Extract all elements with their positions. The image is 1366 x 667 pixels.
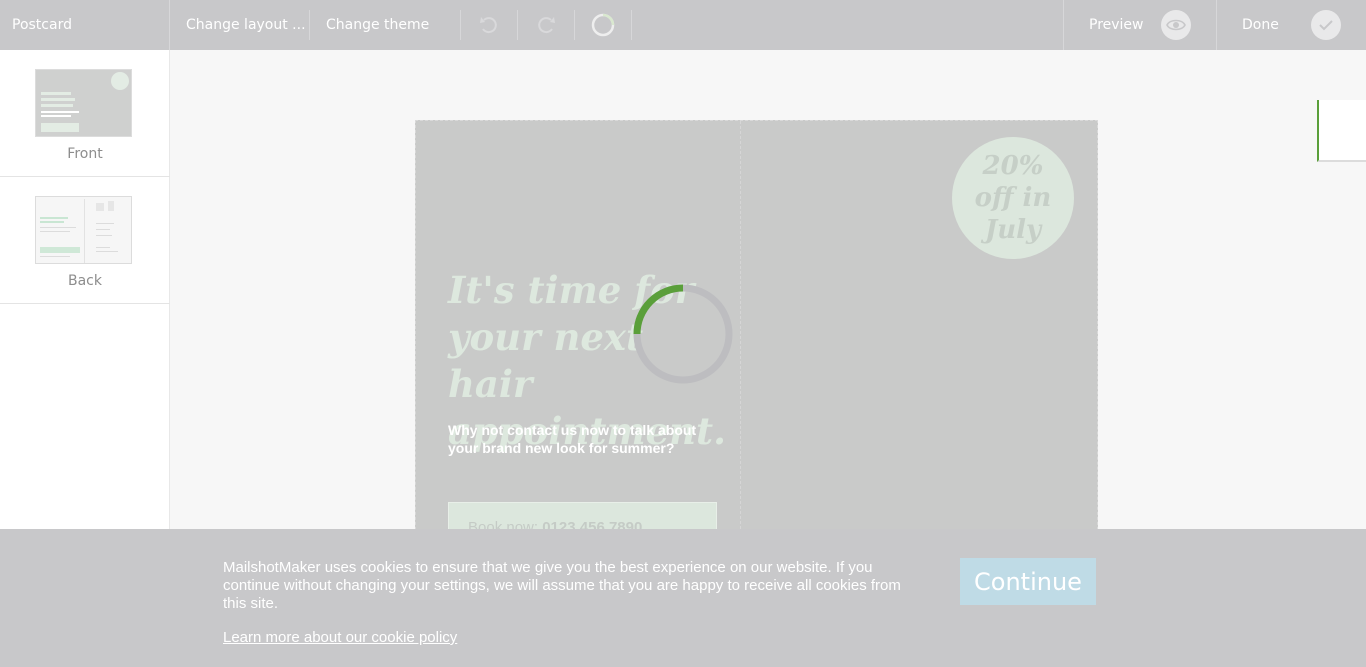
page-label-front: Front — [67, 146, 103, 162]
check-icon[interactable] — [1311, 10, 1341, 40]
top-toolbar: Postcard Change layout ... Change theme … — [0, 0, 1366, 50]
badge-line: 20% — [982, 151, 1044, 181]
postcard-subtext[interactable]: Why not contact us now to talk about you… — [448, 421, 718, 457]
cookie-policy-link[interactable]: Learn more about our cookie policy — [223, 629, 457, 646]
page-thumbnail-front[interactable]: Front — [0, 50, 170, 177]
change-layout-button[interactable]: Change layout ... — [186, 0, 306, 50]
redo-icon[interactable] — [533, 12, 559, 38]
postcard-front[interactable]: 20% off in July It's time for your next … — [415, 120, 1098, 554]
page-label-back: Back — [68, 273, 102, 289]
back-preview-image — [35, 196, 132, 264]
continue-button[interactable]: Continue — [960, 558, 1096, 605]
toolbar-divider — [631, 10, 632, 40]
toolbar-divider — [309, 10, 310, 40]
eye-icon[interactable] — [1161, 10, 1191, 40]
panel-divider — [740, 121, 741, 549]
toolbar-divider — [169, 0, 170, 50]
toolbar-divider — [517, 10, 518, 40]
side-panel-tab[interactable] — [1317, 100, 1366, 162]
page-thumbnail-back[interactable]: Back — [0, 177, 170, 304]
preview-button[interactable]: Preview — [1089, 0, 1144, 50]
change-theme-button[interactable]: Change theme — [326, 0, 429, 50]
done-button[interactable]: Done — [1242, 0, 1279, 50]
toolbar-divider — [574, 10, 575, 40]
undo-icon[interactable] — [476, 12, 502, 38]
cookie-message: MailshotMaker uses cookies to ensure tha… — [223, 559, 901, 612]
cookie-banner: MailshotMaker uses cookies to ensure tha… — [0, 529, 1366, 667]
discount-badge[interactable]: 20% off in July — [952, 137, 1074, 259]
document-title: Postcard — [12, 17, 72, 33]
toolbar-divider — [460, 10, 461, 40]
loading-spinner-icon — [633, 284, 733, 384]
badge-line: off in — [974, 183, 1052, 213]
badge-line: July — [984, 215, 1042, 245]
toolbar-divider — [1063, 0, 1064, 50]
loading-ring-icon — [590, 12, 616, 38]
front-preview-image — [35, 69, 132, 137]
toolbar-divider — [1216, 0, 1217, 50]
